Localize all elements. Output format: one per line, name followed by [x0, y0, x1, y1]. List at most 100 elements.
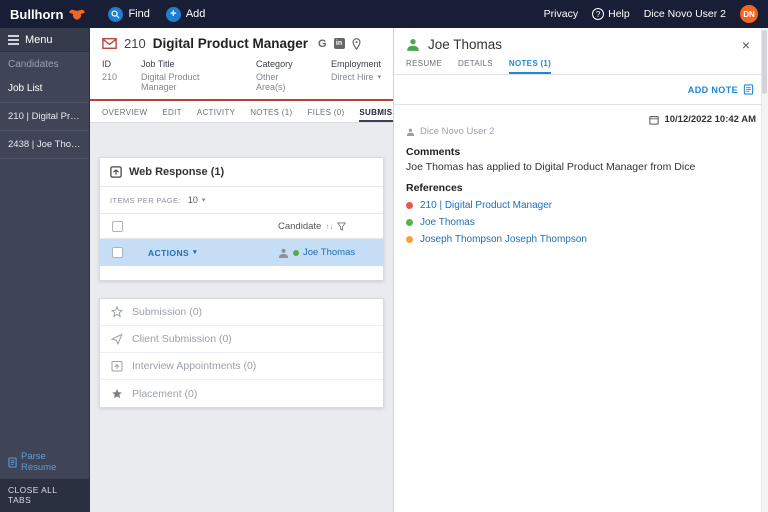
web-response-card: Web Response (1) ITEMS PER PAGE: 10 ▾: [99, 157, 384, 281]
comments-label: Comments: [406, 146, 756, 158]
person-header: Joe Thomas ×: [394, 28, 768, 59]
topbar-right: Privacy ? Help Dice Novo User 2 DN: [544, 5, 758, 23]
notes-toolbar: ADD NOTE: [394, 75, 768, 105]
reference-candidate-link[interactable]: Joe Thomas: [406, 217, 756, 228]
job-header: 210 Digital Product Manager G in ID 210: [90, 28, 393, 101]
tab-person-notes[interactable]: NOTES (1): [509, 59, 551, 74]
section-placement[interactable]: Placement (0): [100, 380, 383, 407]
add-note-button[interactable]: ADD NOTE: [688, 84, 754, 95]
section-client-submission[interactable]: Client Submission (0): [100, 326, 383, 353]
person-panel: Joe Thomas × RESUME DETAILS NOTES (1) AD…: [393, 28, 768, 512]
calendar-icon: [649, 115, 659, 125]
menu-button[interactable]: Menu: [0, 28, 89, 52]
table-header-row: Candidate ↑↓: [100, 214, 383, 239]
help-label: Help: [608, 8, 630, 20]
location-pin-icon[interactable]: [352, 38, 361, 50]
question-icon: ?: [592, 8, 604, 20]
tab-activity[interactable]: ACTIVITY: [197, 108, 235, 122]
actions-label: ACTIONS: [148, 248, 189, 258]
calendar-up-icon: [111, 360, 123, 372]
help-button[interactable]: ? Help: [592, 8, 630, 20]
sidebar-item-job-list[interactable]: Job List: [0, 76, 89, 100]
scrollbar[interactable]: [761, 28, 768, 512]
field-id: ID 210: [102, 59, 117, 92]
candidate-column-label: Candidate: [278, 221, 321, 232]
table-row[interactable]: ACTIONS ▾ Joe Thomas: [100, 239, 383, 266]
job-summary-fields: ID 210 Job Title Digital Product Manager…: [102, 59, 381, 92]
brand-wordmark: Bullhorn: [10, 7, 63, 22]
row-checkbox[interactable]: [112, 247, 123, 258]
author-person-icon: [406, 128, 415, 136]
find-label: Find: [128, 8, 149, 20]
user-menu[interactable]: Dice Novo User 2: [644, 8, 726, 20]
section-interview-appointments[interactable]: Interview Appointments (0): [100, 353, 383, 380]
reference-job-link[interactable]: 210 | Digital Product Manager: [406, 200, 756, 211]
sidebar-tab-job-210[interactable]: 210 | Digital Product M...: [0, 103, 89, 131]
send-icon: [111, 333, 123, 345]
parse-resume-icon: [8, 457, 17, 468]
section-placement-label: Placement (0): [132, 388, 197, 400]
row-main-cell: ACTIONS ▾: [134, 248, 278, 258]
field-id-label: ID: [102, 59, 117, 69]
candidate-column-header[interactable]: Candidate ↑↓: [278, 221, 383, 232]
tab-notes[interactable]: NOTES (1): [250, 108, 292, 122]
job-title-row: 210 Digital Product Manager G in: [102, 36, 381, 51]
sidebar-tab-candidate-2438[interactable]: 2438 | Joe Thomas: [0, 131, 89, 159]
person-tabs: RESUME DETAILS NOTES (1): [394, 59, 768, 75]
references-label: References: [406, 182, 756, 194]
tab-resume[interactable]: RESUME: [406, 59, 442, 74]
linkedin-icon[interactable]: in: [334, 38, 345, 49]
scrollbar-thumb[interactable]: [762, 30, 767, 94]
section-client-submission-label: Client Submission (0): [132, 333, 232, 345]
add-label: Add: [186, 8, 206, 20]
field-employment-value: Direct Hire: [331, 72, 374, 82]
star-filled-icon: [111, 388, 123, 400]
close-all-tabs-button[interactable]: CLOSE ALL TABS: [0, 479, 89, 512]
field-job-title: Job Title Digital Product Manager: [141, 59, 232, 92]
sidebar-item-candidates[interactable]: Candidates: [0, 52, 89, 76]
tab-edit[interactable]: EDIT: [162, 108, 181, 122]
tab-overview[interactable]: OVERVIEW: [102, 108, 147, 122]
reference-candidate-label: Joe Thomas: [420, 217, 475, 228]
job-quick-icons: G in: [318, 38, 361, 50]
find-button[interactable]: Find: [108, 7, 149, 22]
parse-resume-button[interactable]: Parse Resume: [0, 445, 89, 479]
job-status-dot: [406, 202, 413, 209]
note-doc-icon: [743, 84, 754, 95]
top-bar: Bullhorn Find + Add Privacy ? Help Dice …: [0, 0, 768, 28]
candidate-icon: [278, 248, 289, 258]
field-category: Category Other Area(s): [256, 59, 307, 92]
candidate-link[interactable]: Joe Thomas: [303, 247, 355, 258]
add-button[interactable]: + Add: [166, 7, 206, 22]
field-employment-select[interactable]: Direct Hire ▾: [331, 72, 381, 82]
field-category-label: Category: [256, 59, 307, 69]
add-note-label: ADD NOTE: [688, 85, 738, 95]
job-id: 210: [124, 36, 146, 51]
web-response-icon: [110, 166, 122, 178]
field-id-value: 210: [102, 72, 117, 82]
section-interview-appointments-label: Interview Appointments (0): [132, 360, 256, 372]
section-submission-label: Submission (0): [132, 306, 202, 318]
tab-details[interactable]: DETAILS: [458, 59, 493, 74]
close-icon[interactable]: ×: [736, 38, 756, 52]
sidebar-spacer: [0, 159, 89, 445]
sidebar-open-tabs: 210 | Digital Product M... 2438 | Joe Th…: [0, 102, 89, 159]
filter-funnel-icon[interactable]: [337, 222, 346, 231]
candidate-status-dot: [406, 219, 413, 226]
reference-contact-link[interactable]: Joseph Thompson Joseph Thompson: [406, 234, 756, 245]
parse-resume-label: Parse Resume: [21, 451, 81, 473]
privacy-link[interactable]: Privacy: [544, 8, 578, 20]
table-footer-pad: [100, 266, 383, 280]
sort-icon[interactable]: ↑↓: [325, 222, 333, 231]
tab-files[interactable]: FILES (0): [307, 108, 344, 122]
select-all-checkbox[interactable]: [112, 221, 123, 232]
section-submission[interactable]: Submission (0): [100, 299, 383, 326]
comments-text: Joe Thomas has applied to Digital Produc…: [406, 161, 756, 173]
actions-menu-button[interactable]: ACTIONS ▾: [148, 248, 197, 258]
person-title: Joe Thomas: [428, 37, 728, 52]
google-search-icon[interactable]: G: [318, 38, 327, 50]
avatar[interactable]: DN: [740, 5, 758, 23]
field-employment: Employment Direct Hire ▾: [331, 59, 381, 92]
items-per-page-select[interactable]: 10 ▾: [188, 195, 206, 205]
bullhorn-logo[interactable]: Bullhorn: [10, 7, 86, 22]
